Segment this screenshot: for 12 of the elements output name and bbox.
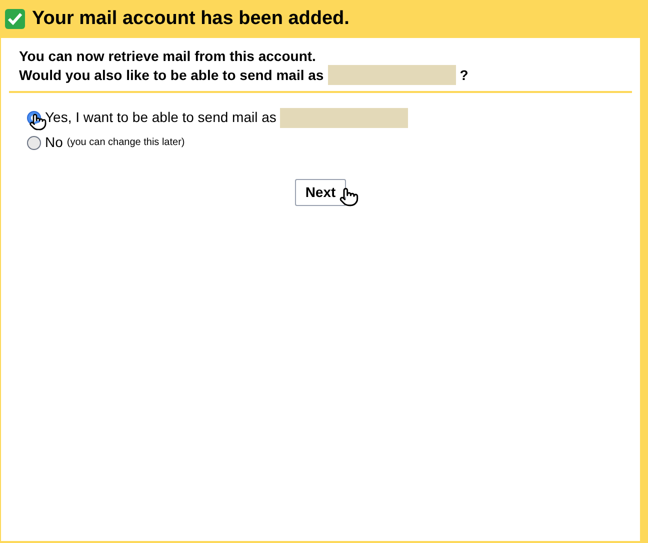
message-text: Would you also like to be able to send mail as (19, 66, 324, 84)
checkmark-icon (4, 8, 26, 30)
option-note: (you can change this later) (66, 136, 185, 150)
option-label[interactable]: Yes, I want to be able to send mail as (45, 107, 276, 128)
message-text: You can now retrieve mail from this account. (19, 48, 317, 65)
question-mark: ? (460, 66, 468, 84)
hand-cursor-icon (339, 187, 360, 207)
radio-button[interactable] (27, 136, 41, 150)
hand-cursor-icon (29, 113, 47, 131)
option-label[interactable]: No (45, 132, 63, 153)
next-button[interactable]: Next (295, 179, 346, 206)
header-title: Your mail account has been added. (32, 6, 350, 31)
